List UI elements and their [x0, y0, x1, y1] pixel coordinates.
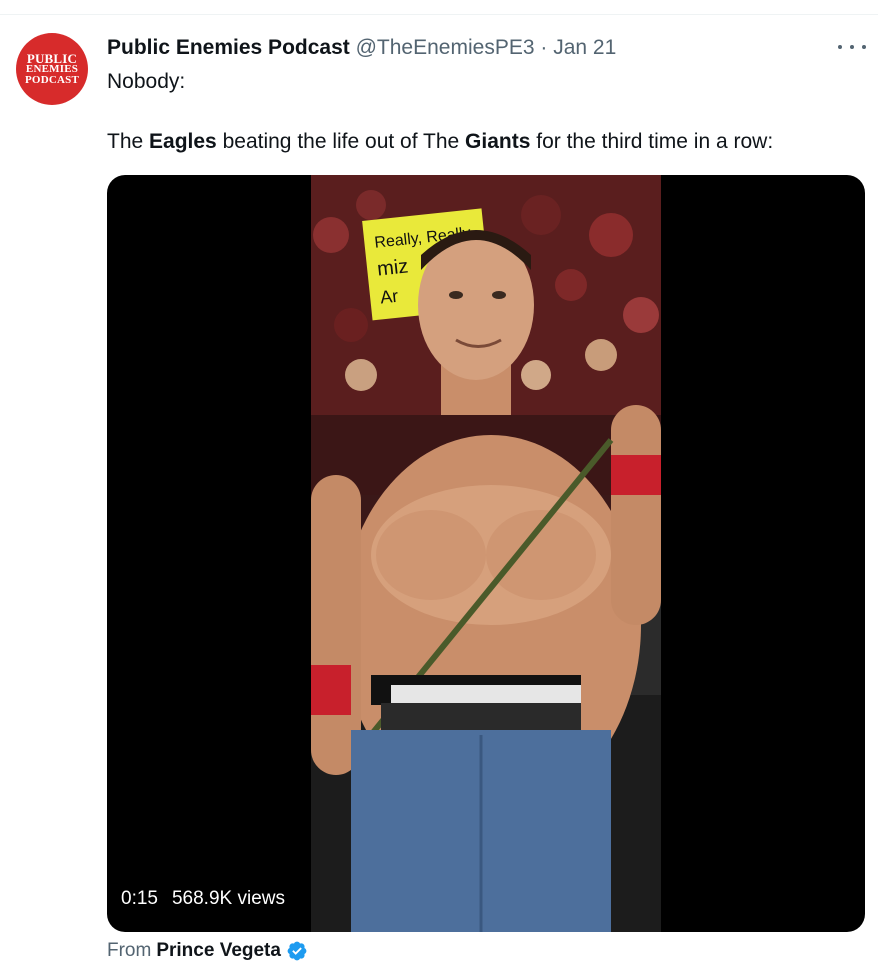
- author-handle[interactable]: @TheEnemiesPE3: [356, 36, 535, 59]
- avatar-text-line: PODCAST: [25, 73, 79, 86]
- video-overlay: 0:15 568.9K views: [121, 888, 285, 910]
- eagles-bold: Eagles: [149, 130, 217, 153]
- tweet-text-line: Nobody:: [107, 70, 186, 93]
- avatar[interactable]: PUBLIC ENEMIES PODCAST: [16, 33, 88, 105]
- tweet[interactable]: PUBLIC ENEMIES PODCAST Public Enemies Po…: [0, 15, 878, 980]
- tweet-text: Nobody: The Eagles beating the life out …: [107, 69, 857, 154]
- tweet-text-line: The Eagles beating the life out of The G…: [107, 130, 774, 153]
- media-attribution: From Prince Vegeta: [107, 939, 308, 963]
- giants-bold: Giants: [465, 130, 531, 153]
- attribution-prefix: From: [107, 940, 152, 961]
- header-separator: ·: [540, 36, 548, 59]
- sign-text-line: Ar: [379, 286, 399, 308]
- attribution-source[interactable]: Prince Vegeta: [156, 939, 281, 963]
- avatar-text-line: ENEMIES: [25, 62, 79, 75]
- video-frame: Really, Really miz Ar: [311, 175, 661, 932]
- tweet-date[interactable]: Jan 21: [553, 36, 616, 59]
- video-views: 568.9K views: [171, 888, 285, 909]
- video-still-image: Really, Really miz Ar: [311, 175, 661, 932]
- video-player[interactable]: Really, Really miz Ar 0:15 568.9K views: [107, 175, 865, 932]
- video-duration: 0:15: [121, 888, 158, 909]
- more-horizontal-icon[interactable]: [838, 37, 866, 57]
- author-display-name[interactable]: Public Enemies Podcast: [107, 36, 350, 59]
- tweet-header: Public Enemies Podcast @TheEnemiesPE3 · …: [107, 35, 616, 61]
- sign-text-line: miz: [376, 255, 409, 280]
- verified-badge-icon: [287, 941, 307, 961]
- avatar-text-line: PUBLIC: [26, 50, 78, 66]
